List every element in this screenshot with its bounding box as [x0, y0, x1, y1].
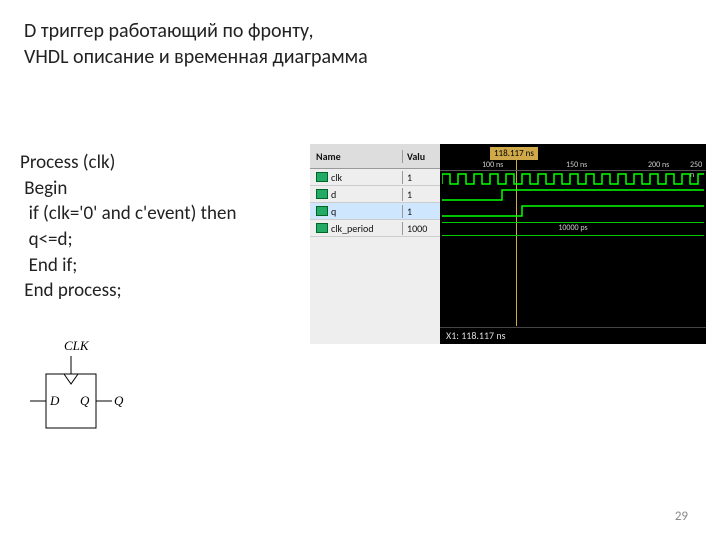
waveform-viewer: Name Valu clk 1 d 1 q 1 clk_period 1000 … [310, 144, 706, 344]
signal-icon [316, 172, 328, 182]
signal-row[interactable]: d 1 [310, 186, 440, 203]
column-name: Name [310, 150, 402, 163]
status-bar: X1: 118.117 ns [440, 327, 706, 344]
signal-row[interactable]: q 1 [310, 203, 440, 220]
ruler-tick: 100 ns [482, 160, 503, 170]
wave-q [442, 204, 704, 218]
wave-clk-period: 10000 ps [442, 222, 704, 236]
ruler-tick: 200 ns [648, 160, 669, 170]
signal-list: Name Valu clk 1 d 1 q 1 clk_period 1000 [310, 144, 441, 344]
wave-d [442, 188, 704, 202]
title-line-1: D триггер работающий по фронту, [24, 18, 368, 44]
clk-label: CLK [64, 338, 90, 353]
slide-title: D триггер работающий по фронту, VHDL опи… [24, 18, 368, 70]
marker-label: 118.117 ns [490, 147, 538, 160]
waveform-area[interactable]: 118.117 ns 100 ns 150 ns 200 ns 250 n 10… [440, 144, 706, 344]
page-number: 29 [675, 509, 688, 524]
time-ruler: 100 ns 150 ns 200 ns 250 n [440, 160, 706, 171]
signal-list-header: Name Valu [310, 144, 440, 169]
vhdl-code: Process (clk) Begin if (clk='0' and c'ev… [20, 150, 236, 304]
title-line-2: VHDL описание и временная диаграмма [24, 44, 368, 70]
dff-diagram: CLK D Q Q [24, 338, 124, 453]
column-value: Valu [402, 150, 440, 163]
signal-icon [316, 223, 328, 233]
signal-icon [316, 189, 328, 199]
signal-row[interactable]: clk_period 1000 [310, 220, 440, 237]
signal-row[interactable]: clk 1 [310, 169, 440, 186]
wave-clk [442, 172, 704, 186]
ruler-tick: 150 ns [566, 160, 587, 170]
q-output-label: Q [114, 393, 124, 408]
signal-icon [316, 206, 328, 216]
q-internal-label: Q [80, 393, 90, 408]
d-label: D [49, 393, 60, 408]
